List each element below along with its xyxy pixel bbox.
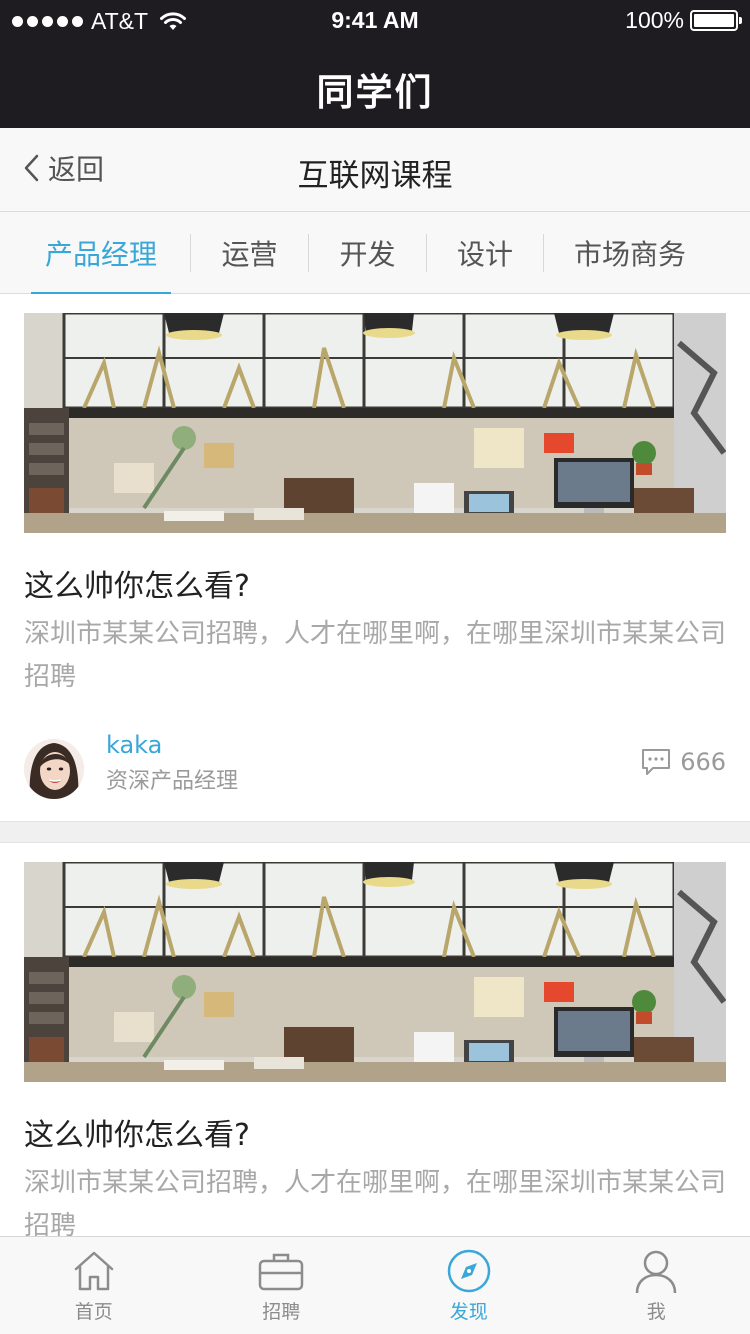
app-title: 同学们 xyxy=(316,71,434,114)
comment-count-button[interactable]: 666 xyxy=(640,747,726,777)
compass-icon xyxy=(447,1249,490,1293)
chevron-left-icon xyxy=(24,154,39,182)
back-button[interactable]: 返回 xyxy=(22,148,104,188)
post-card[interactable]: 这么帅你怎么看? 深圳市某某公司招聘，人才在哪里啊，在哪里深圳市某某公司招聘 xyxy=(0,842,750,1236)
status-bar: AT&T 9:41 AM 100% xyxy=(0,0,750,40)
author-role: 资深产品经理 xyxy=(106,769,239,794)
battery-icon xyxy=(690,10,742,31)
person-icon xyxy=(636,1250,677,1293)
bottom-tab-bar: 首页 招聘 发现 我 xyxy=(0,1236,750,1334)
avatar[interactable] xyxy=(24,739,84,799)
tabbar-label: 首页 xyxy=(74,1301,113,1323)
category-tabs: 产品经理 运营 开发 设计 市场商务 xyxy=(0,212,750,295)
tabbar-item-me[interactable]: 我 xyxy=(563,1237,750,1334)
briefcase-icon xyxy=(259,1253,304,1291)
post-feed: 这么帅你怎么看? 深圳市某某公司招聘，人才在哪里啊，在哪里深圳市某某公司招聘 k… xyxy=(0,294,750,1236)
nav-bar: 返回 互联网课程 xyxy=(0,128,750,212)
tab-operations[interactable]: 运营 xyxy=(191,212,308,294)
tabbar-label: 招聘 xyxy=(262,1301,301,1323)
comment-count: 666 xyxy=(680,748,726,776)
tab-product-manager[interactable]: 产品经理 xyxy=(31,212,171,295)
post-description: 深圳市某某公司招聘，人才在哪里啊，在哪里深圳市某某公司招聘 xyxy=(24,1168,726,1236)
tab-label: 设计 xyxy=(456,237,513,271)
tabbar-item-jobs[interactable]: 招聘 xyxy=(188,1237,376,1334)
comment-icon xyxy=(642,749,671,775)
tab-development[interactable]: 开发 xyxy=(309,212,426,294)
tab-label: 产品经理 xyxy=(44,237,157,271)
tab-label: 市场商务 xyxy=(573,237,686,271)
page-title: 互联网课程 xyxy=(297,158,453,194)
post-cover-image xyxy=(24,862,726,1082)
post-description: 深圳市某某公司招聘，人才在哪里啊，在哪里深圳市某某公司招聘 xyxy=(24,619,726,692)
tab-label: 开发 xyxy=(339,237,396,271)
author-name[interactable]: kaka xyxy=(106,731,162,759)
tabbar-label: 我 xyxy=(646,1301,666,1323)
home-icon xyxy=(74,1251,113,1291)
battery-percent: 100% xyxy=(625,7,684,33)
post-title: 这么帅你怎么看? xyxy=(24,569,250,604)
tab-design[interactable]: 设计 xyxy=(427,212,543,294)
screen: AT&T 9:41 AM 100% 同学们 返回 互联网课程 产品经理 运营 开… xyxy=(0,0,750,1334)
post-meta: kaka 资深产品经理 666 xyxy=(24,711,726,821)
post-cover-image xyxy=(24,313,726,533)
tabbar-item-home[interactable]: 首页 xyxy=(0,1237,188,1334)
post-card[interactable]: 这么帅你怎么看? 深圳市某某公司招聘，人才在哪里啊，在哪里深圳市某某公司招聘 xyxy=(0,294,750,822)
top-bar: AT&T 9:41 AM 100% 同学们 xyxy=(0,0,750,128)
tabbar-item-discover[interactable]: 发现 xyxy=(375,1237,563,1334)
tab-marketing-business[interactable]: 市场商务 xyxy=(544,212,716,294)
post-title: 这么帅你怎么看? xyxy=(24,1118,250,1153)
tabbar-label: 发现 xyxy=(449,1301,488,1323)
tab-label: 运营 xyxy=(221,237,278,271)
back-label: 返回 xyxy=(48,153,105,186)
